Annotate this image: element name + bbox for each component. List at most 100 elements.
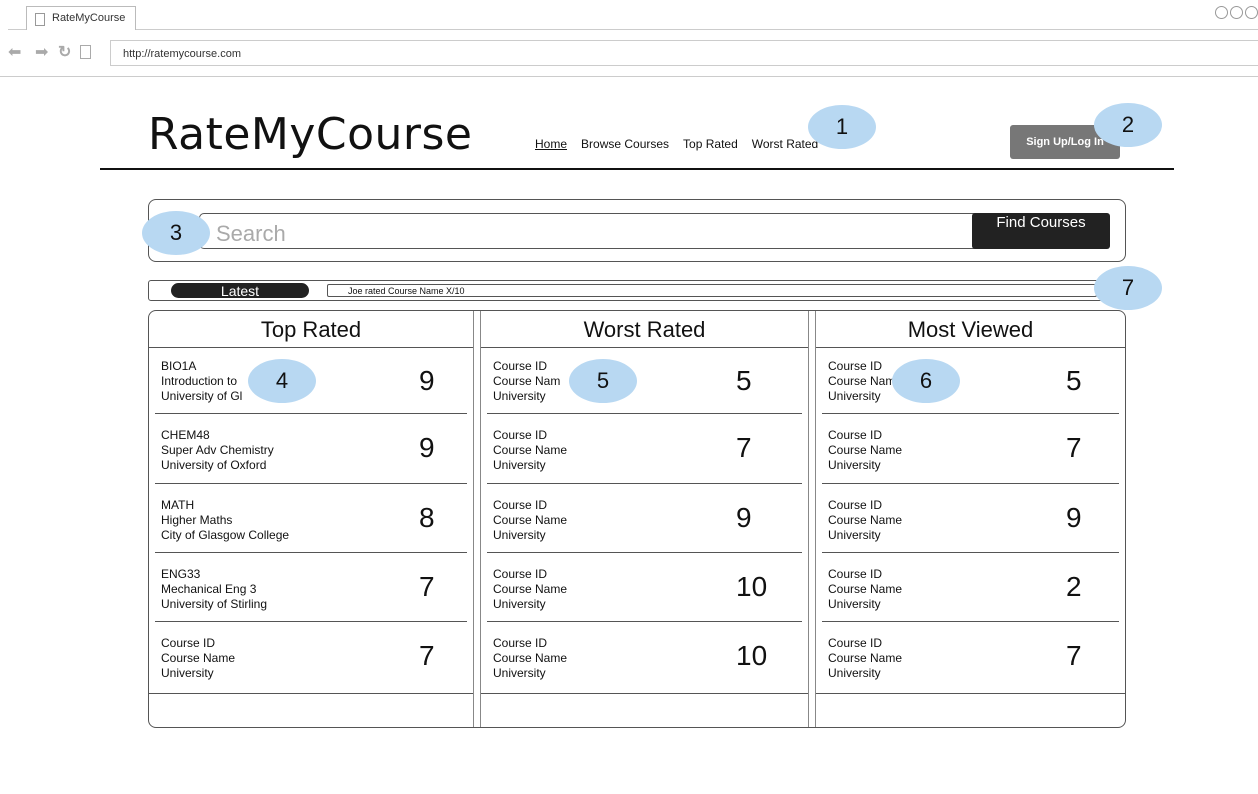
course-name: Introduction to — [161, 374, 238, 388]
course-info: Course ID Course Name University — [828, 567, 902, 612]
course-name: Course Name — [493, 443, 568, 457]
university: University — [493, 666, 546, 680]
course-row[interactable]: Course ID Course Name University 9 — [816, 484, 1125, 553]
course-info: Course ID Course Name University — [493, 428, 567, 473]
course-info: MATH Higher Maths City of Glasgow College — [161, 498, 289, 543]
university: University of Stirling — [161, 597, 268, 611]
window-control-icon[interactable] — [1215, 6, 1228, 19]
course-score: 9 — [419, 365, 435, 396]
course-name: Course Name — [828, 513, 903, 527]
find-courses-button[interactable]: Find Courses — [972, 213, 1110, 249]
course-info: Course ID Course Nam University — [493, 359, 560, 404]
site-logo[interactable]: RateMyCourse — [148, 109, 473, 160]
course-row[interactable]: CHEM48 Super Adv Chemistry University of O… — [149, 414, 473, 484]
university: University — [493, 528, 546, 542]
nav-browse-courses[interactable]: Browse Courses — [581, 137, 669, 151]
course-id: Course ID — [493, 636, 548, 650]
nav-top-rated[interactable]: Top Rated — [683, 137, 738, 151]
column-bottom-divider — [816, 693, 1125, 694]
course-id: BIO1A — [161, 359, 197, 373]
course-row[interactable]: Course ID Course Nam University 5 — [816, 347, 1125, 414]
column-title[interactable]: Top Rated — [149, 317, 473, 343]
university: University — [493, 389, 546, 403]
course-name: Course Name — [493, 651, 568, 665]
nav-worst-rated[interactable]: Worst Rated — [752, 137, 818, 151]
callout-badge: 4 — [248, 359, 316, 403]
course-score: 7 — [419, 571, 435, 602]
course-row[interactable]: Course ID Course Name University 7 — [816, 414, 1125, 484]
course-row[interactable]: Course ID Course Name University 7 — [481, 414, 808, 484]
column-title[interactable]: Worst Rated — [481, 317, 808, 343]
callout-badge: 3 — [142, 211, 210, 255]
column-title[interactable]: Most Viewed — [816, 317, 1125, 343]
course-row[interactable]: Course ID Course Name University 7 — [816, 622, 1125, 693]
course-score: 7 — [419, 640, 435, 671]
course-name: Course Name — [828, 443, 903, 457]
university: University — [161, 666, 214, 680]
course-info: Course ID Course Nam University — [828, 359, 895, 404]
course-row[interactable]: MATH Higher Maths City of Glasgow College 8 — [149, 484, 473, 553]
window-control-icon[interactable] — [1230, 6, 1243, 19]
course-name: Course Nam — [493, 374, 561, 388]
course-id: ENG33 — [161, 567, 201, 581]
university: City of Glasgow College — [161, 528, 290, 542]
tab-title: RateMyCourse — [52, 12, 126, 24]
university: University — [828, 597, 881, 611]
callout-badge: 2 — [1094, 103, 1162, 147]
university: University — [493, 458, 546, 472]
course-row[interactable]: Course ID Course Name University 10 — [481, 622, 808, 693]
window-controls — [1215, 6, 1258, 19]
course-name: Course Name — [493, 582, 568, 596]
course-row[interactable]: Course ID Course Name University 2 — [816, 553, 1125, 622]
course-id: Course ID — [828, 636, 883, 650]
course-id: CHEM48 — [161, 428, 210, 442]
nav-home[interactable]: Home — [535, 137, 567, 151]
page-icon — [80, 45, 91, 59]
header-divider — [100, 168, 1174, 170]
browser-tab[interactable]: RateMyCourse — [26, 6, 136, 30]
university: University — [828, 528, 881, 542]
main-nav: Home Browse Courses Top Rated Worst Rate… — [535, 137, 818, 151]
course-id: Course ID — [493, 498, 548, 512]
course-score: 7 — [1066, 640, 1082, 671]
column-resize-handle[interactable] — [808, 311, 816, 727]
column-worst-rated: Worst Rated Course ID Course Nam University… — [481, 311, 808, 727]
course-info: Course ID Course Name University — [493, 636, 567, 681]
course-score: 5 — [736, 365, 752, 396]
university: University — [828, 458, 881, 472]
callout-badge: 6 — [892, 359, 960, 403]
course-id: MATH — [161, 498, 195, 512]
course-name: Higher Maths — [161, 513, 233, 527]
back-arrow-icon[interactable]: ⬅ — [8, 44, 21, 62]
course-id: Course ID — [828, 567, 883, 581]
course-info: Course ID Course Name University — [161, 636, 235, 681]
course-score: 2 — [1066, 571, 1082, 602]
callout-badge: 1 — [808, 105, 876, 149]
course-row[interactable]: Course ID Course Name University 7 — [149, 622, 473, 693]
latest-ticker: Latest Joe rated Course Name X/10 — [148, 280, 1126, 301]
course-row[interactable]: Course ID Course Name University 9 — [481, 484, 808, 553]
course-score: 7 — [736, 432, 752, 463]
search-input[interactable]: Search — [199, 213, 1005, 249]
column-most-viewed: Most Viewed Course ID Course Nam University… — [816, 311, 1125, 727]
course-row[interactable]: Course ID Course Name University 10 — [481, 553, 808, 622]
course-info: Course ID Course Name University — [828, 636, 902, 681]
course-id: Course ID — [493, 428, 548, 442]
university: University — [493, 597, 546, 611]
course-row[interactable]: Course ID Course Nam University 5 — [481, 347, 808, 414]
callout-badge: 7 — [1094, 266, 1162, 310]
course-info: BIO1A Introduction to University of Gl — [161, 359, 242, 404]
university: University — [828, 666, 881, 680]
course-row[interactable]: ENG33 Mechanical Eng 3 University of Stirl… — [149, 553, 473, 622]
university: University of Gl — [161, 389, 243, 403]
window-control-icon[interactable] — [1245, 6, 1258, 19]
course-score: 8 — [419, 502, 435, 533]
latest-activity-text[interactable]: Joe rated Course Name X/10 — [327, 284, 1097, 297]
url-field[interactable]: http://ratemycourse.com — [110, 40, 1258, 66]
column-bottom-divider — [149, 693, 473, 694]
course-id: Course ID — [828, 498, 883, 512]
column-resize-handle[interactable] — [473, 311, 481, 727]
address-bar: ⬅ ➡ ↻ http://ratemycourse.com — [0, 31, 1258, 77]
reload-icon[interactable]: ↻ — [58, 44, 71, 62]
forward-arrow-icon[interactable]: ➡ — [35, 44, 48, 62]
